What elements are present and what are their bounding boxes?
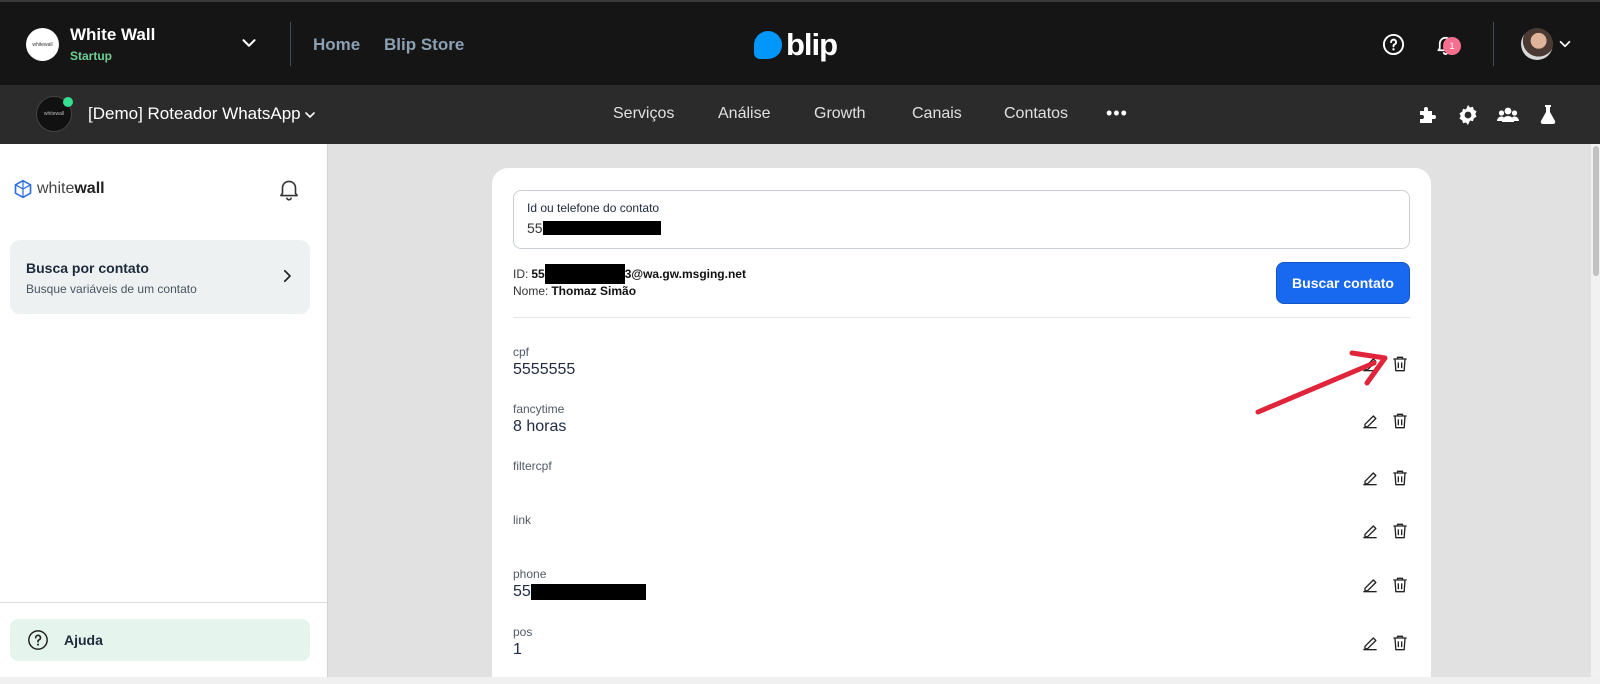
trash-icon[interactable] [1390,633,1410,653]
chevron-right-icon [283,269,291,283]
whitewall-hexagon-icon [14,179,32,199]
variable-value: 8 horas [513,418,567,435]
bottom-strip [0,677,1600,684]
top-divider [290,22,291,66]
sidebar-divider [0,602,327,603]
more-menu-icon[interactable]: ••• [1106,103,1128,124]
logo-text: blip [786,27,838,62]
pencil-icon[interactable] [1360,575,1380,595]
whitewall-text: whitewall [37,180,105,198]
org-name[interactable]: White Wall [70,25,155,45]
flask-icon[interactable] [1536,103,1560,127]
contact-name-label: Nome: [513,284,549,298]
team-icon[interactable] [1496,103,1520,127]
org-plan: Startup [70,49,112,63]
bot-avatar-text: whitewall [43,111,65,117]
variable-key: link [513,513,532,527]
help-icon [28,630,48,650]
menu-servicos[interactable]: Serviços [613,105,674,123]
search-contact-button[interactable]: Buscar contato [1276,262,1410,304]
variable-row-pos: pos 1 [513,625,1410,675]
puzzle-icon[interactable] [1416,103,1440,127]
search-value-prefix: 55 [527,220,543,236]
org-avatar-text: whitewall [32,41,53,48]
contact-search-title: Busca por contato [26,260,149,276]
annotation-arrow-icon [1255,350,1388,415]
redaction-bar [542,221,661,235]
menu-growth[interactable]: Growth [814,105,866,123]
user-avatar[interactable] [1521,28,1553,60]
trash-icon[interactable] [1390,521,1410,541]
contact-id-value: 55 3@wa.gw.msging.net [531,264,746,284]
online-status-dot [63,97,73,107]
org-avatar[interactable]: whitewall [26,28,59,61]
sidebar: whitewall Busca por contato Busque variá… [0,144,328,684]
nav-blip-store[interactable]: Blip Store [384,35,464,55]
variable-value: 1 [513,641,522,658]
redaction-bar [544,264,625,284]
contact-id: ID: 55 3@wa.gw.msging.net [513,264,746,284]
help-icon[interactable] [1382,33,1405,56]
scrollbar-thumb[interactable] [1593,146,1599,276]
help-button[interactable]: Ajuda [10,619,310,661]
variable-key: fancytime [513,402,565,416]
variable-key: pos [513,625,533,639]
contact-search-card[interactable]: Busca por contato Busque variáveis de um… [10,240,310,314]
help-label: Ajuda [64,632,103,648]
contact-search-subtitle: Busque variáveis de um contato [26,282,197,296]
blip-logo[interactable]: blip [754,27,838,62]
chevron-down-icon[interactable] [302,107,318,123]
notification-badge: 1 [1443,37,1461,55]
contact-id-suffix: 3@wa.gw.msging.net [624,267,746,281]
whitewall-logo: whitewall [13,179,105,199]
bell-icon[interactable] [276,176,302,202]
menu-analise[interactable]: Análise [718,105,770,123]
nav-home[interactable]: Home [313,35,360,55]
pencil-icon[interactable] [1360,633,1380,653]
trash-icon[interactable] [1390,468,1410,488]
brand-bold: wall [74,180,105,197]
variable-row-phone: phone 55 [513,567,1410,617]
contact-name: Nome: Thomaz Simão [513,284,636,298]
pencil-icon[interactable] [1360,468,1380,488]
card-divider [513,317,1410,318]
redaction-bar [530,584,646,600]
variable-row-link: link [513,513,1410,563]
contact-variables-card: Id ou telefone do contato 55 ID: 55 3@wa.… [492,168,1431,684]
bot-name[interactable]: [Demo] Roteador WhatsApp [88,104,301,124]
bot-bar: whitewall [Demo] Roteador WhatsApp Servi… [0,85,1600,144]
top-divider-right [1493,22,1494,66]
search-input-label: Id ou telefone do contato [527,201,660,215]
menu-canais[interactable]: Canais [912,105,962,123]
contact-name-value: Thomaz Simão [551,284,637,298]
contact-id-prefix: 55 [531,267,545,281]
trash-icon[interactable] [1390,575,1410,595]
variable-key: phone [513,567,547,581]
variable-key: filtercpf [513,459,552,473]
chevron-down-icon[interactable] [238,32,260,54]
variable-row-filtercpf: filtercpf [513,459,1410,509]
variable-value: 55 [513,583,646,601]
contact-search-input[interactable]: Id ou telefone do contato 55 [513,190,1410,249]
blip-bubble-icon [754,31,782,59]
search-input-value[interactable]: 55 [527,220,661,236]
chevron-down-icon[interactable] [1556,35,1574,53]
variable-key: cpf [513,345,530,359]
contact-id-label: ID: [513,267,529,281]
top-bar: whitewall White Wall Startup Home Blip S… [0,0,1600,85]
brand-light: white [37,180,75,197]
menu-contatos[interactable]: Contatos [1004,105,1068,123]
pencil-icon[interactable] [1360,521,1380,541]
variable-value-prefix: 55 [513,583,531,600]
variable-value: 5555555 [513,361,576,378]
gear-icon[interactable] [1456,103,1480,127]
